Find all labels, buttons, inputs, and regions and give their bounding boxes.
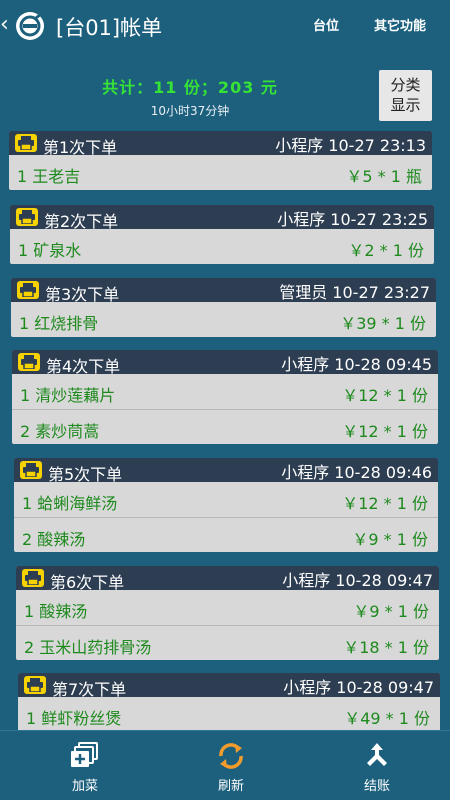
refresh-icon <box>215 741 247 771</box>
item-name: 2 酸辣汤 <box>22 530 86 549</box>
order-source-time: 小程序 10-27 23:13 <box>275 136 426 155</box>
order-header: 第7次下单 小程序 10-28 09:47 <box>18 673 440 699</box>
order-card: 第5次下单 小程序 10-28 09:46 1 蛤蜊海鲜汤 ￥12 * 1 份 … <box>14 458 438 552</box>
item-name: 1 矿泉水 <box>18 241 82 260</box>
order-item[interactable]: 1 鲜虾粉丝煲 ￥49 * 1 份 <box>18 697 440 730</box>
order-card: 第7次下单 小程序 10-28 09:47 1 鲜虾粉丝煲 ￥49 * 1 份 <box>18 673 440 730</box>
order-header: 第5次下单 小程序 10-28 09:46 <box>14 458 438 484</box>
checkout-icon <box>361 741 393 771</box>
table-position-button[interactable]: 台位 <box>313 15 339 34</box>
elapsed-time: 10小时37分钟 <box>150 104 230 118</box>
order-item[interactable]: 1 蛤蜊海鲜汤 ￥12 * 1 份 <box>14 482 438 517</box>
item-name: 1 红烧排骨 <box>19 314 99 333</box>
refresh-label: 刷新 <box>217 779 244 794</box>
order-item[interactable]: 2 酸辣汤 ￥9 * 1 份 <box>14 517 438 552</box>
order-item[interactable]: 2 玉米山药排骨汤 ￥18 * 1 份 <box>16 625 439 660</box>
order-source-time: 管理员 10-27 23:27 <box>279 283 430 302</box>
logo-icon <box>14 10 46 42</box>
bottom-tab-bar: 加菜 刷新 结账 <box>0 730 450 800</box>
order-list[interactable]: 第1次下单 小程序 10-27 23:13 1 王老吉 ￥5 * 1 瓶 第2次… <box>0 126 450 730</box>
item-price: ￥18 * 1 份 <box>343 638 429 657</box>
item-name: 2 素炒茼蒿 <box>20 422 100 441</box>
item-price: ￥49 * 1 份 <box>344 709 430 728</box>
printer-icon[interactable] <box>20 461 42 479</box>
printer-icon[interactable] <box>18 353 40 371</box>
order-source-time: 小程序 10-27 23:25 <box>277 210 428 229</box>
bill-total: 共计：11 份；203 元 <box>102 78 278 97</box>
checkout-tab[interactable]: 结账 <box>302 731 450 800</box>
page-title: [台01]帐单 <box>56 16 163 40</box>
printer-icon[interactable] <box>17 281 39 299</box>
order-card: 第2次下单 小程序 10-27 23:25 1 矿泉水 ￥2 * 1 份 <box>10 205 434 264</box>
classify-label-line1: 分类 <box>390 76 421 94</box>
order-card: 第4次下单 小程序 10-28 09:45 1 清炒莲藕片 ￥12 * 1 份 … <box>12 350 438 444</box>
item-price: ￥39 * 1 份 <box>340 314 426 333</box>
order-source-time: 小程序 10-28 09:47 <box>283 678 434 697</box>
printer-icon[interactable] <box>16 208 38 226</box>
bill-summary: 共计：11 份；203 元 10小时37分钟 分类 显示 <box>0 54 450 126</box>
printer-icon[interactable] <box>15 134 37 152</box>
item-price: ￥5 * 1 瓶 <box>346 167 422 186</box>
item-price: ￥9 * 1 份 <box>352 530 428 549</box>
item-price: ￥12 * 1 份 <box>342 422 428 441</box>
item-name: 1 酸辣汤 <box>24 602 88 621</box>
order-header: 第4次下单 小程序 10-28 09:45 <box>12 350 438 376</box>
printer-icon[interactable] <box>24 676 46 694</box>
order-card: 第3次下单 管理员 10-27 23:27 1 红烧排骨 ￥39 * 1 份 <box>11 278 436 337</box>
item-name: 2 玉米山药排骨汤 <box>24 638 152 657</box>
refresh-tab[interactable]: 刷新 <box>156 731 306 800</box>
order-item[interactable]: 1 清炒莲藕片 ￥12 * 1 份 <box>12 374 438 409</box>
item-name: 1 清炒莲藕片 <box>20 386 116 405</box>
more-functions-button[interactable]: 其它功能 <box>374 15 426 34</box>
order-header: 第1次下单 小程序 10-27 23:13 <box>9 131 432 157</box>
item-price: ￥9 * 1 份 <box>353 602 429 621</box>
order-source-time: 小程序 10-28 09:45 <box>281 355 432 374</box>
order-header: 第6次下单 小程序 10-28 09:47 <box>16 566 439 592</box>
item-price: ￥12 * 1 份 <box>342 494 428 513</box>
item-name: 1 蛤蜊海鲜汤 <box>22 494 118 513</box>
checkout-label: 结账 <box>363 779 390 794</box>
order-card: 第6次下单 小程序 10-28 09:47 1 酸辣汤 ￥9 * 1 份 2 玉… <box>16 566 439 660</box>
printer-icon[interactable] <box>22 569 44 587</box>
add-dish-icon <box>69 741 101 771</box>
item-name: 1 王老吉 <box>17 167 81 186</box>
item-name: 1 鲜虾粉丝煲 <box>26 709 122 728</box>
order-item[interactable]: 1 矿泉水 ￥2 * 1 份 <box>10 229 434 264</box>
order-item[interactable]: 1 酸辣汤 ￥9 * 1 份 <box>16 590 439 625</box>
item-price: ￥12 * 1 份 <box>342 386 428 405</box>
order-header: 第3次下单 管理员 10-27 23:27 <box>11 278 436 304</box>
back-icon[interactable]: ‹ <box>0 14 9 36</box>
add-dish-label: 加菜 <box>71 779 98 794</box>
order-item[interactable]: 2 素炒茼蒿 ￥12 * 1 份 <box>12 409 438 444</box>
order-source-time: 小程序 10-28 09:46 <box>281 463 432 482</box>
order-card: 第1次下单 小程序 10-27 23:13 1 王老吉 ￥5 * 1 瓶 <box>9 131 432 190</box>
order-source-time: 小程序 10-28 09:47 <box>282 571 433 590</box>
order-item[interactable]: 1 红烧排骨 ￥39 * 1 份 <box>11 302 436 337</box>
order-header: 第2次下单 小程序 10-27 23:25 <box>10 205 434 231</box>
order-item[interactable]: 1 王老吉 ￥5 * 1 瓶 <box>9 155 432 190</box>
top-bar: ‹ [台01]帐单 台位 其它功能 <box>0 0 450 54</box>
item-price: ￥2 * 1 份 <box>348 241 424 260</box>
classify-display-button[interactable]: 分类 显示 <box>379 70 432 121</box>
add-dish-tab[interactable]: 加菜 <box>10 731 160 800</box>
classify-label-line2: 显示 <box>390 96 421 114</box>
